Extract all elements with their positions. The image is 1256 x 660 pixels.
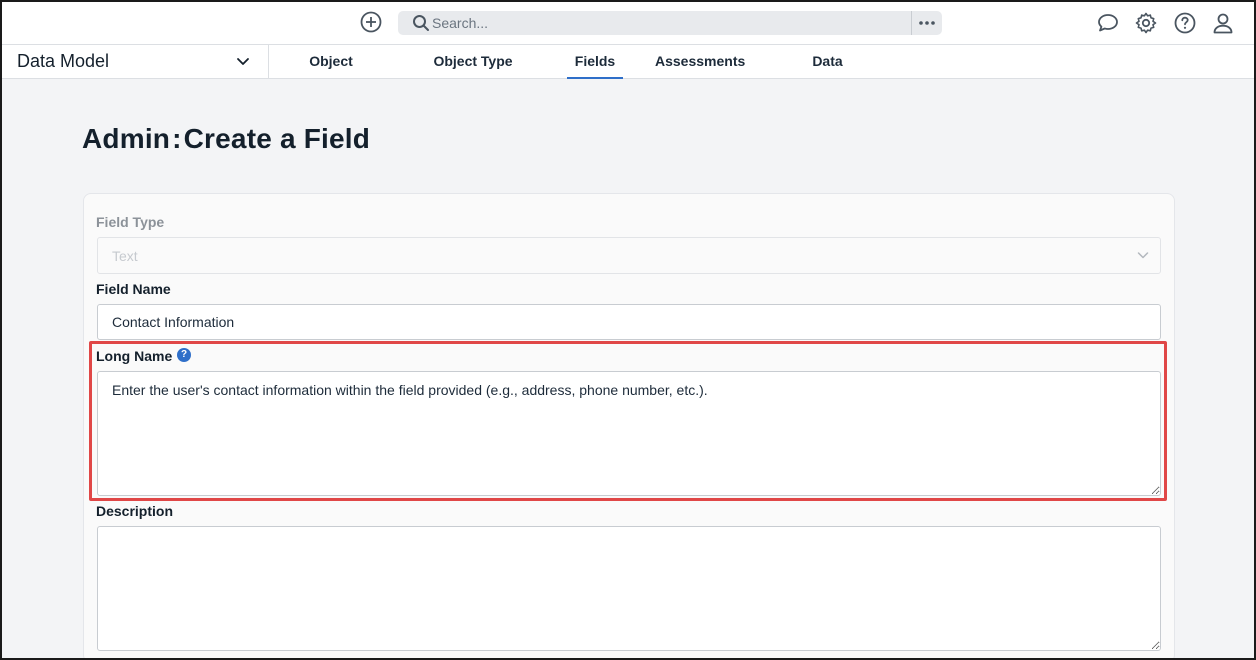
long-name-textarea[interactable]: Enter the user's contact information wit… xyxy=(97,371,1161,496)
description-label: Description xyxy=(96,503,174,519)
help-icon[interactable]: ? xyxy=(177,348,191,362)
tab-assessments[interactable]: Assessments xyxy=(655,45,745,79)
description-textarea[interactable] xyxy=(97,526,1161,651)
top-bar xyxy=(0,0,1256,45)
field-name-input[interactable] xyxy=(97,304,1161,340)
user-icon[interactable] xyxy=(1211,11,1235,35)
field-type-select: Text xyxy=(97,237,1161,274)
page-title-separator: : xyxy=(172,123,182,154)
search-bar xyxy=(398,11,942,35)
long-name-label: Long Name xyxy=(96,348,173,364)
module-label: Data Model xyxy=(17,51,110,71)
page-title-action: Create a Field xyxy=(183,123,371,154)
gear-icon[interactable] xyxy=(1134,11,1158,35)
ellipsis-icon[interactable] xyxy=(917,13,937,33)
tab-object-type-groups[interactable]: Object Type Groups xyxy=(411,45,535,102)
module-selector[interactable]: Data Model xyxy=(2,45,269,78)
search-divider xyxy=(911,11,912,35)
tab-object-types[interactable]: Object Types xyxy=(288,45,374,102)
chevron-down-icon xyxy=(1136,248,1150,262)
field-type-label: Field Type xyxy=(96,214,165,230)
search-icon xyxy=(412,14,430,32)
field-name-label: Field Name xyxy=(96,281,171,297)
tab-fields[interactable]: Fields xyxy=(567,45,623,80)
sub-nav: Data Model Object Types Object Type Grou… xyxy=(0,45,1256,102)
add-circle-icon[interactable] xyxy=(360,11,382,33)
help-icon[interactable] xyxy=(1173,11,1197,35)
page-title: Admin:Create a Field xyxy=(82,123,370,155)
tab-data-definition[interactable]: Data Definition xyxy=(779,45,876,102)
chevron-down-icon xyxy=(235,53,251,69)
field-type-value: Text xyxy=(112,248,138,264)
page-title-section: Admin xyxy=(82,123,171,154)
search-input[interactable] xyxy=(432,11,902,35)
chat-icon[interactable] xyxy=(1096,11,1120,35)
